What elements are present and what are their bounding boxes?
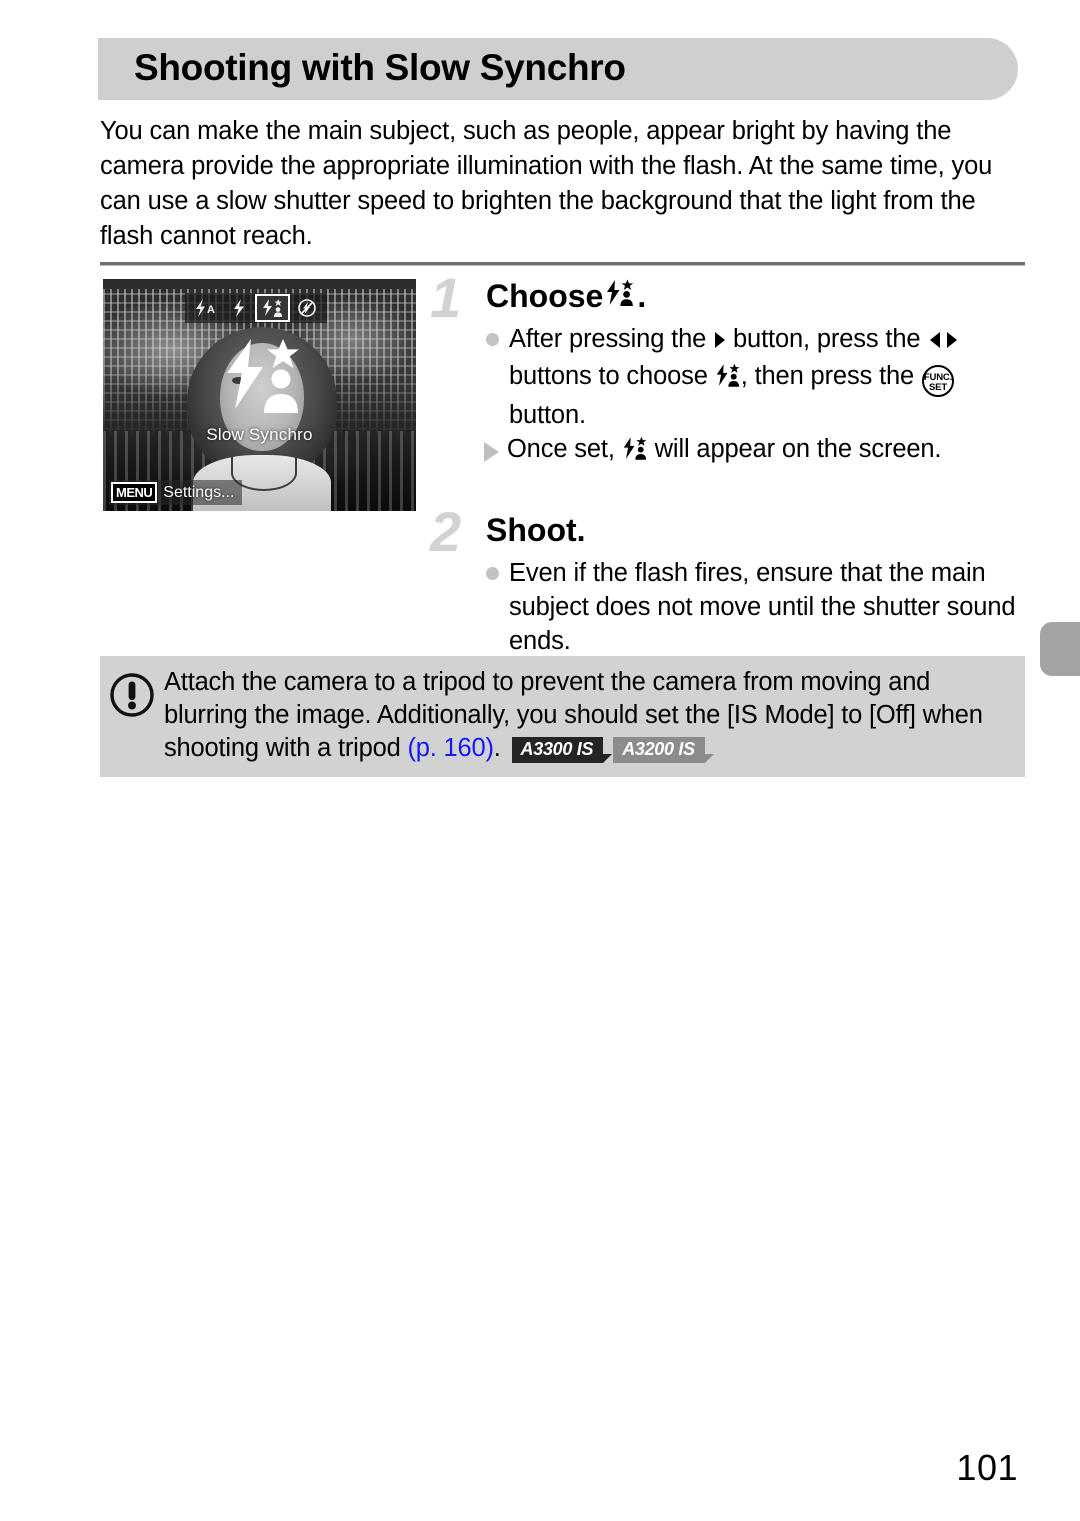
section-divider [100,262,1025,266]
step-1-bullet-2: Once set, will appear on the screen. [484,432,1030,470]
dot-bullet-icon [486,567,499,580]
intro-paragraph: You can make the main subject, such as p… [100,117,993,250]
menu-settings-label: Settings... [163,483,235,501]
step-1-bullet-2-text: Once set, will appear on the screen. [507,432,1030,470]
flash-slow-synchro-icon [715,363,741,397]
seg-text: button, press the [726,325,928,353]
screen-menu-hint[interactable]: MENU Settings... [109,480,243,505]
flash-slow-synchro-large-icon [221,337,307,415]
left-right-arrow-buttons-icon [927,325,961,359]
svg-text:A: A [207,304,215,316]
seg-text: will appear on the screen. [647,435,942,463]
seg-text: button. [509,401,586,429]
camera-screen-screenshot: A Slow Synchro MENU Settings... [103,279,416,511]
step-2-number: 2 [430,500,462,563]
note-text-after-link: . [493,734,501,762]
step-2: 2 Shoot. Even if the flash fires, ensure… [430,504,1030,658]
step-2-bullet-1-text: Even if the flash fires, ensure that the… [509,559,1016,655]
step-2-title: Shoot. [486,510,1030,550]
svg-text:SET: SET [929,382,947,393]
triangle-bullet-icon [484,442,499,462]
step-2-title-prefix: Shoot. [486,512,586,548]
flash-mode-bar[interactable]: A [185,293,327,323]
flash-slow-synchro-icon[interactable] [255,294,290,322]
chapter-edge-tab [1040,622,1080,676]
menu-button-badge: MENU [111,482,158,503]
model-badge-a3200is: A3200 IS [613,737,714,763]
flash-slow-synchro-icon [622,436,648,470]
screen-mode-caption: Slow Synchro [206,425,313,444]
dot-bullet-icon [486,333,499,346]
procedure-steps: 1 Choose . After pressing the button, pr… [430,270,1030,658]
model-badge-a3300is: A3300 IS [511,737,612,763]
page-header-bar: Shooting with Slow Synchro [98,38,1018,100]
step-1-bullet-1-text: After pressing the button, press the but… [509,322,1030,432]
flash-on-icon[interactable] [222,295,255,321]
page-reference-link[interactable]: (p. 160) [407,734,493,762]
seg-text: , then press the [740,362,922,390]
caution-note-box: Attach the camera to a tripod to prevent… [100,656,1025,777]
seg-text: buttons to choose [509,362,715,390]
page-number: 101 [956,1447,1018,1488]
func-set-button-icon: FUNC. SET [921,363,955,398]
step-1-bullet-1: After pressing the button, press the but… [486,322,1030,432]
page-title: Shooting with Slow Synchro [134,47,626,89]
seg-text: Once set, [507,435,622,463]
caution-note-text: Attach the camera to a tripod to prevent… [164,666,1025,765]
step-1-number: 1 [430,266,462,329]
step-2-bullets: Even if the flash fires, ensure that the… [486,556,1030,658]
step-1-bullets: After pressing the button, press the but… [484,322,1030,470]
step-1-title-prefix: Choose [486,278,604,314]
step-1-title-suffix: . [637,278,647,314]
step-2-bullet-1: Even if the flash fires, ensure that the… [486,556,1030,658]
step-1: 1 Choose . After pressing the button, pr… [430,270,1030,504]
right-arrow-button-icon [713,325,726,359]
flash-off-icon[interactable] [290,295,323,321]
flash-slow-synchro-icon [605,276,635,316]
flash-auto-icon[interactable]: A [189,295,222,321]
caution-exclamation-icon [100,666,164,718]
step-1-title: Choose . [486,276,1030,316]
seg-text: After pressing the [509,325,714,353]
